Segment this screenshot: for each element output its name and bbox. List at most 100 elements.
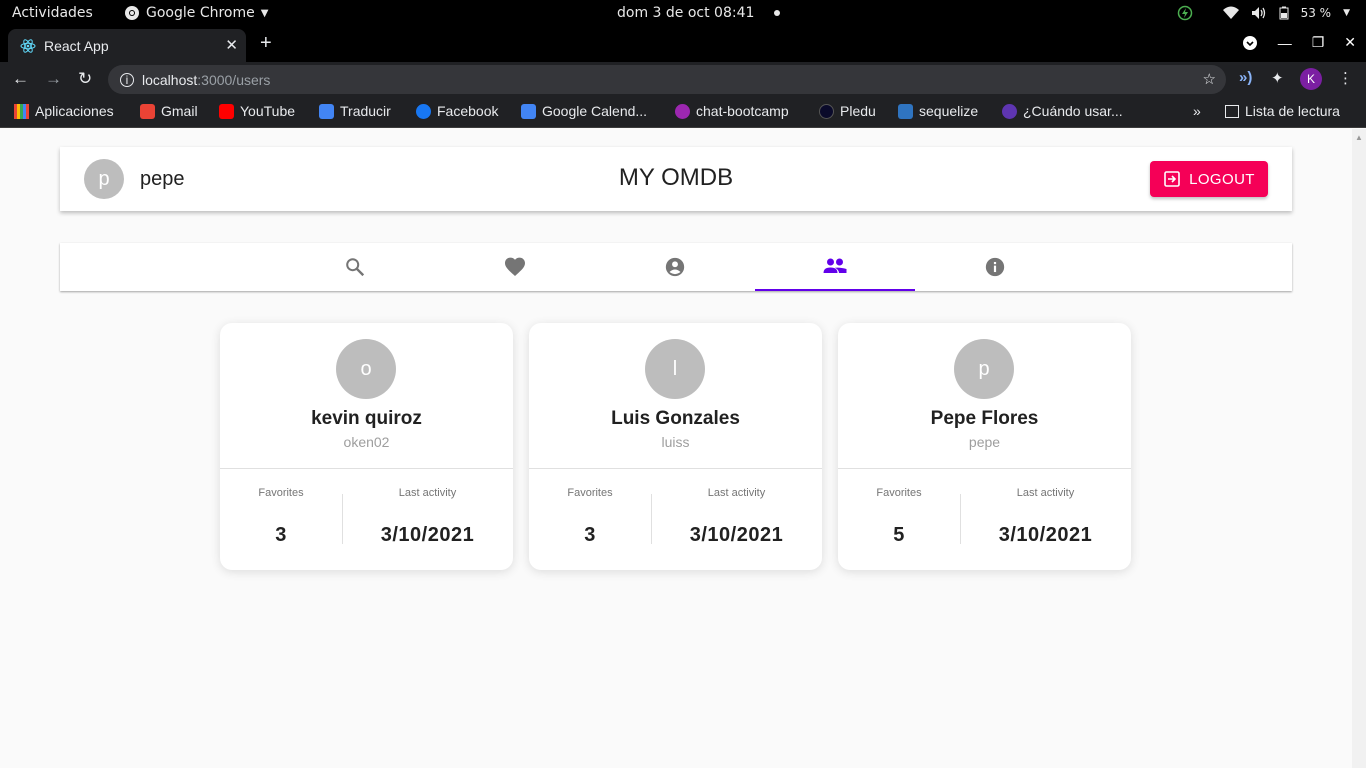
- bookmark-item[interactable]: Facebook: [416, 103, 498, 119]
- user-card[interactable]: p Pepe Flores pepe Favorites Last activi…: [838, 323, 1131, 570]
- heart-icon: [505, 257, 525, 276]
- tab-info[interactable]: [915, 243, 1075, 291]
- translate-icon: [319, 103, 334, 119]
- battery-level: 53 %: [1300, 6, 1332, 20]
- os-top-bar: Actividades Google Chrome ▼ dom 3 de oct…: [0, 0, 1366, 27]
- user-handle: pepe: [968, 434, 1001, 450]
- window-controls: — ❐ ✕: [1242, 34, 1356, 51]
- bookmark-item[interactable]: Google Calend...: [521, 103, 647, 119]
- restore-icon[interactable]: ❐: [1312, 34, 1325, 51]
- page-scrollbar[interactable]: ▲: [1352, 129, 1366, 768]
- favorites-count: 5: [893, 524, 905, 546]
- chat-icon: [675, 103, 690, 119]
- bookmark-item[interactable]: YouTube: [219, 103, 295, 119]
- user-name: Luis Gonzales: [611, 408, 740, 429]
- logout-button[interactable]: LOGOUT: [1150, 161, 1268, 197]
- app-menu[interactable]: Google Chrome ▼: [124, 5, 268, 21]
- bookmark-item[interactable]: Pledu: [819, 103, 876, 119]
- system-tray[interactable]: 53 % ▼: [1177, 5, 1350, 21]
- user-card[interactable]: l Luis Gonzales luiss Favorites Last act…: [529, 323, 822, 570]
- address-bar[interactable]: i localhost:3000/users ☆: [108, 65, 1226, 94]
- menu-dots-icon[interactable]: ⋮: [1338, 69, 1353, 87]
- tab-search-icon[interactable]: [1242, 35, 1258, 51]
- wifi-icon: [1222, 6, 1239, 19]
- bookmark-star-icon[interactable]: ☆: [1203, 70, 1216, 88]
- back-icon[interactable]: ←: [12, 69, 29, 89]
- tab-search[interactable]: [275, 243, 435, 291]
- favorites-count: 3: [275, 524, 287, 546]
- last-activity-date: 3/10/2021: [380, 524, 475, 546]
- page-content: p pepe MY OMDB LOGOUT o kevin quiroz oke…: [0, 129, 1352, 768]
- logout-label: LOGOUT: [1189, 170, 1255, 188]
- bookmark-item[interactable]: Traducir: [319, 103, 391, 119]
- bookmark-item[interactable]: Aplicaciones: [14, 103, 114, 119]
- last-activity-date: 3/10/2021: [998, 524, 1093, 546]
- chevron-down-icon: ▼: [1343, 8, 1350, 18]
- browser-tab[interactable]: React App ✕: [8, 29, 246, 62]
- avatar: l: [645, 339, 705, 399]
- sequelize-icon: [898, 103, 913, 119]
- last-activity-label: Last activity: [707, 487, 766, 499]
- forward-icon[interactable]: →: [45, 69, 62, 89]
- people-icon: [823, 258, 847, 273]
- site-info-icon[interactable]: i: [120, 72, 134, 87]
- pledu-icon: [819, 103, 834, 119]
- favorites-label: Favorites: [258, 487, 304, 499]
- bookmark-item[interactable]: Gmail: [140, 103, 198, 119]
- user-card[interactable]: o kevin quiroz oken02 Favorites Last act…: [220, 323, 513, 570]
- tab-users[interactable]: [755, 243, 915, 291]
- extensions-puzzle-icon[interactable]: ✦: [1271, 69, 1284, 87]
- reload-icon[interactable]: ↻: [78, 69, 92, 89]
- app-name: Google Chrome: [146, 5, 255, 21]
- user-handle: oken02: [343, 434, 390, 450]
- minimize-icon[interactable]: —: [1278, 35, 1292, 51]
- profile-avatar[interactable]: K: [1300, 68, 1322, 90]
- new-tab-icon[interactable]: +: [260, 32, 272, 55]
- last-activity-date: 3/10/2021: [689, 524, 784, 546]
- divider: [220, 468, 513, 469]
- calendar-icon: [521, 103, 536, 119]
- url-host: localhost: [142, 71, 198, 88]
- browser-toolbar: ← → ↻ i localhost:3000/users ☆ ») ✦ K ⋮: [0, 62, 1366, 96]
- divider: [838, 468, 1131, 469]
- bookmark-item[interactable]: chat-bootcamp: [675, 103, 789, 119]
- user-handle: luiss: [661, 434, 690, 450]
- app-header: p pepe MY OMDB LOGOUT: [60, 147, 1292, 211]
- gmail-icon: [140, 103, 155, 119]
- last-activity-label: Last activity: [1016, 487, 1075, 499]
- scroll-up-icon[interactable]: ▲: [1355, 133, 1363, 142]
- bookmark-item[interactable]: sequelize: [898, 103, 978, 119]
- tab-favorites[interactable]: [435, 243, 595, 291]
- reading-list-icon: [1225, 104, 1239, 118]
- chrome-icon: [125, 6, 139, 20]
- url-path: :3000/users: [197, 71, 271, 88]
- volume-icon: [1251, 7, 1265, 19]
- current-username: pepe: [140, 168, 185, 190]
- divider: [529, 468, 822, 469]
- activities-button[interactable]: Actividades: [12, 5, 93, 21]
- bookmark-site-icon: [1002, 103, 1017, 119]
- apps-grid-icon: [14, 103, 29, 119]
- avatar[interactable]: p: [84, 159, 124, 199]
- page-title: MY OMDB: [618, 164, 734, 191]
- power-icon: [1177, 5, 1192, 21]
- bookmarks-bar: Aplicaciones Gmail YouTube Traducir Face…: [0, 96, 1366, 128]
- last-activity-label: Last activity: [398, 487, 457, 499]
- extension-icon[interactable]: »): [1239, 69, 1252, 86]
- tab-profile[interactable]: [595, 243, 755, 291]
- favorites-label: Favorites: [567, 487, 613, 499]
- date-time: dom 3 de oct 08:41: [617, 5, 755, 21]
- account-circle-icon: [665, 257, 685, 277]
- browser-tab-strip: React App ✕ + — ❐ ✕: [0, 27, 1366, 62]
- bookmark-item[interactable]: ¿Cuándo usar...: [1002, 103, 1123, 119]
- reading-list[interactable]: Lista de lectura: [1225, 103, 1340, 119]
- close-window-icon[interactable]: ✕: [1344, 34, 1356, 51]
- logout-icon: [1164, 171, 1180, 187]
- more-bookmarks-icon[interactable]: »: [1193, 103, 1201, 119]
- user-name: Pepe Flores: [930, 408, 1039, 429]
- close-tab-icon[interactable]: ✕: [225, 36, 238, 54]
- clock[interactable]: dom 3 de oct 08:41: [617, 5, 781, 21]
- tab-title: React App: [44, 37, 109, 54]
- react-icon: [20, 38, 36, 53]
- battery-icon: [1279, 6, 1289, 20]
